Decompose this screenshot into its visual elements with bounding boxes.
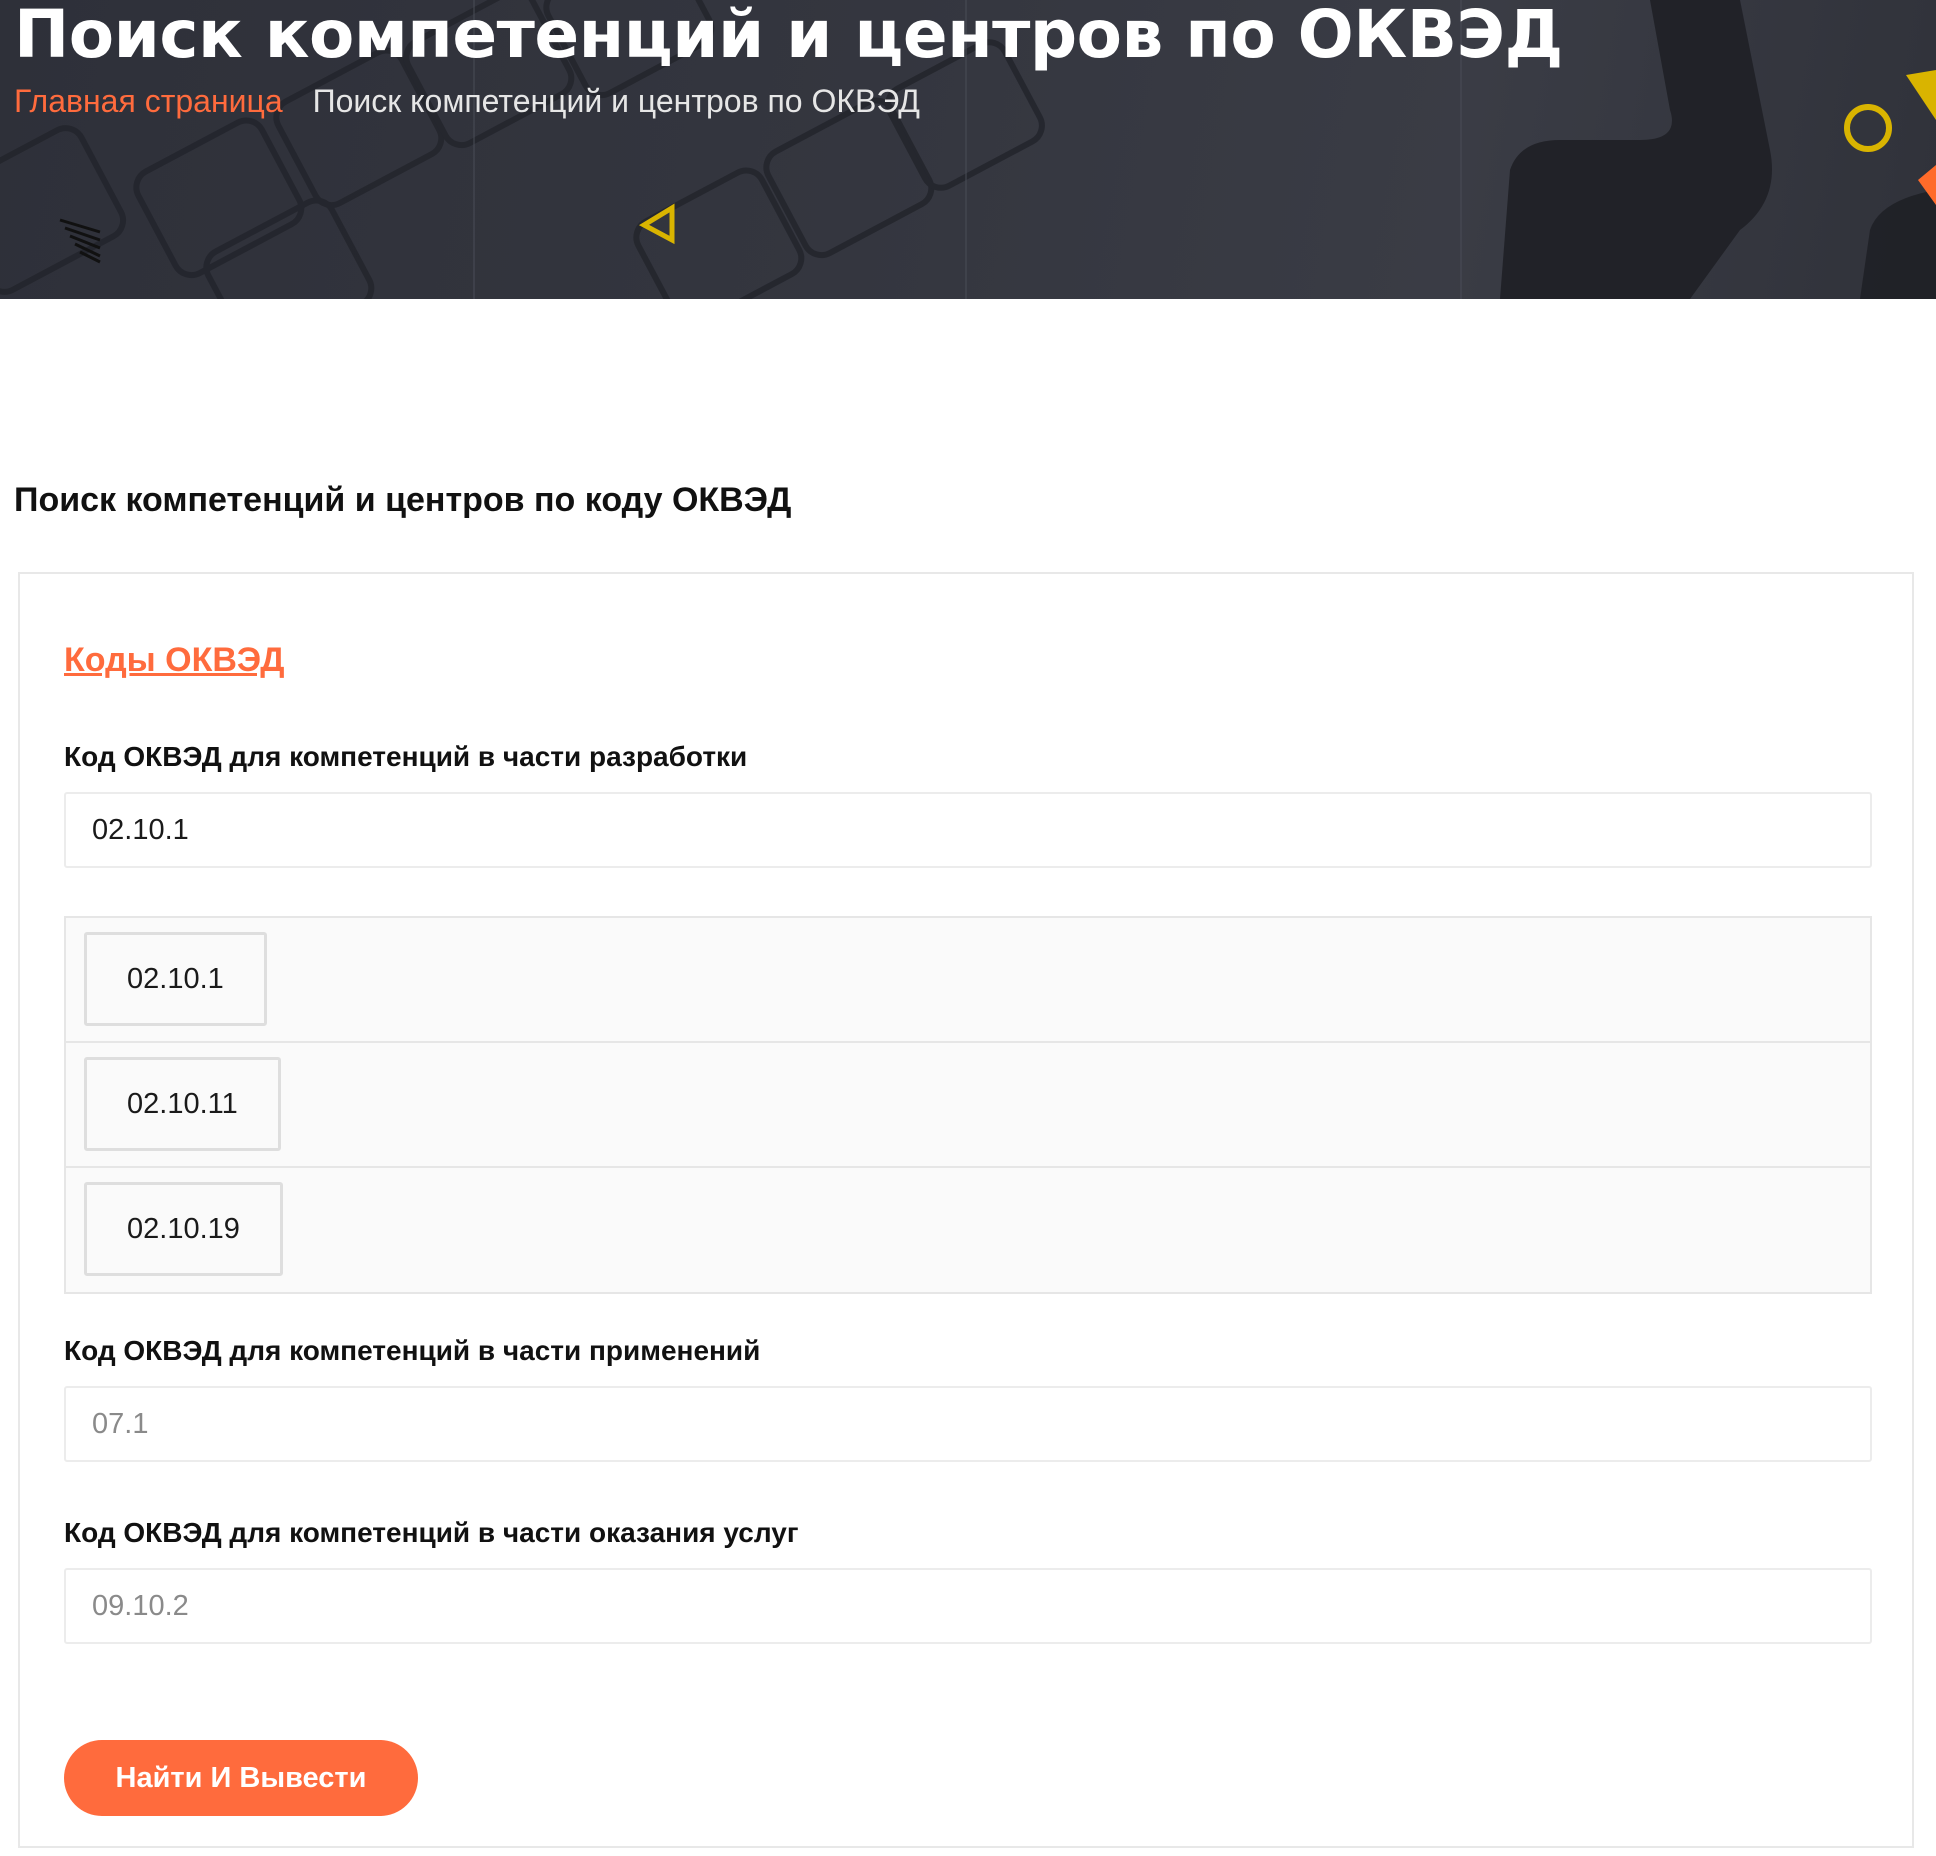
section-title: Поиск компетенций и центров по коду ОКВЭ… — [14, 481, 792, 519]
breadcrumb-home-link[interactable]: Главная страница — [14, 83, 283, 119]
development-code-input[interactable] — [64, 792, 1872, 868]
suggestion-item[interactable]: 02.10.11 — [84, 1057, 281, 1151]
suggestion-item[interactable]: 02.10.1 — [84, 932, 267, 1026]
find-and-show-button[interactable]: Найти И Вывести — [64, 1740, 418, 1816]
services-code-input[interactable] — [64, 1568, 1872, 1644]
development-code-label: Код ОКВЭД для компетенций в части разраб… — [64, 741, 748, 772]
suggestion-row: 02.10.19 — [66, 1168, 1870, 1293]
services-code-label: Код ОКВЭД для компетенций в части оказан… — [64, 1517, 799, 1548]
applications-code-input[interactable] — [64, 1386, 1872, 1462]
okved-search-form: Коды ОКВЭД Код ОКВЭД для компетенций в ч… — [18, 572, 1914, 1848]
breadcrumb: Главная страница Поиск компетенций и цент… — [14, 82, 920, 120]
suggestion-row: 02.10.11 — [66, 1043, 1870, 1168]
applications-code-label: Код ОКВЭД для компетенций в части примен… — [64, 1335, 761, 1366]
breadcrumb-current: Поиск компетенций и центров по ОКВЭД — [312, 83, 920, 119]
suggestion-row: 02.10.1 — [66, 918, 1870, 1043]
suggestion-list: 02.10.1 02.10.11 02.10.19 — [64, 916, 1872, 1294]
hero-banner: Поиск компетенций и центров по ОКВЭД Гла… — [0, 0, 1936, 299]
okved-codes-link[interactable]: Коды ОКВЭД — [64, 640, 284, 680]
suggestion-item[interactable]: 02.10.19 — [84, 1182, 283, 1276]
page-title: Поиск компетенций и центров по ОКВЭД — [14, 0, 1563, 73]
